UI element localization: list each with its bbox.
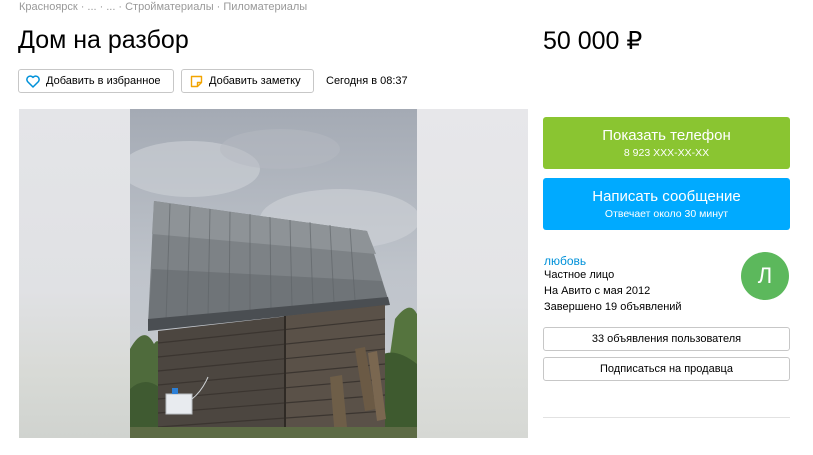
price: 50 000 ₽ (543, 27, 643, 55)
subscribe-seller-button[interactable]: Подписаться на продавца (543, 357, 790, 381)
seller-type: Частное лицо (544, 269, 615, 281)
publish-date: Сегодня в 08:37 (326, 75, 408, 87)
listing-photo[interactable] (130, 109, 417, 438)
add-note-label: Добавить заметку (209, 75, 301, 87)
seller-since: На Авито с мая 2012 (544, 285, 651, 297)
breadcrumb-separator: · (80, 1, 85, 13)
show-phone-button[interactable]: Показать телефон 8 923 XXX-XX-XX (543, 117, 790, 169)
seller-listings-label: 33 объявления пользователя (591, 333, 742, 345)
add-to-favorites-label: Добавить в избранное (46, 75, 161, 87)
heart-icon (25, 73, 41, 89)
note-icon (188, 73, 204, 89)
write-message-button[interactable]: Написать сообщение Отвечает около 30 мин… (543, 178, 790, 230)
breadcrumb-item-subcategory[interactable]: Пиломатериалы (223, 1, 307, 13)
subscribe-seller-label: Подписаться на продавца (600, 363, 733, 375)
breadcrumb-item-ellipsis[interactable]: ... (106, 1, 115, 13)
seller-name-link[interactable]: любовь (544, 254, 586, 268)
photo-gallery[interactable] (19, 109, 528, 438)
page-title: Дом на разбор (18, 26, 189, 54)
avatar-letter: Л (757, 263, 773, 288)
add-to-favorites-button[interactable]: Добавить в избранное (18, 69, 174, 93)
avatar[interactable]: Л (741, 252, 789, 300)
response-time: Отвечает около 30 минут (604, 208, 729, 220)
breadcrumb: Красноярск ·... ·... · Стройматериалы · Пилома… (19, 1, 307, 13)
breadcrumb-separator: · (118, 1, 123, 13)
phone-number-masked: 8 923 XXX-XX-XX (623, 147, 710, 159)
gallery-blur-left (19, 109, 130, 438)
show-phone-label: Показать телефон (602, 127, 731, 144)
breadcrumb-separator: · (99, 1, 104, 13)
gallery-blur-right (417, 109, 528, 438)
seller-completed: Завершено 19 объявлений (544, 301, 682, 313)
breadcrumb-separator: · (216, 1, 221, 13)
breadcrumb-item-category[interactable]: Стройматериалы (125, 1, 214, 13)
seller-listings-button[interactable]: 33 объявления пользователя (543, 327, 790, 351)
add-note-button[interactable]: Добавить заметку (181, 69, 314, 93)
write-message-label: Написать сообщение (592, 188, 741, 205)
divider (543, 417, 790, 418)
breadcrumb-item-ellipsis[interactable]: ... (87, 1, 96, 13)
breadcrumb-item-city[interactable]: Красноярск (19, 1, 78, 13)
